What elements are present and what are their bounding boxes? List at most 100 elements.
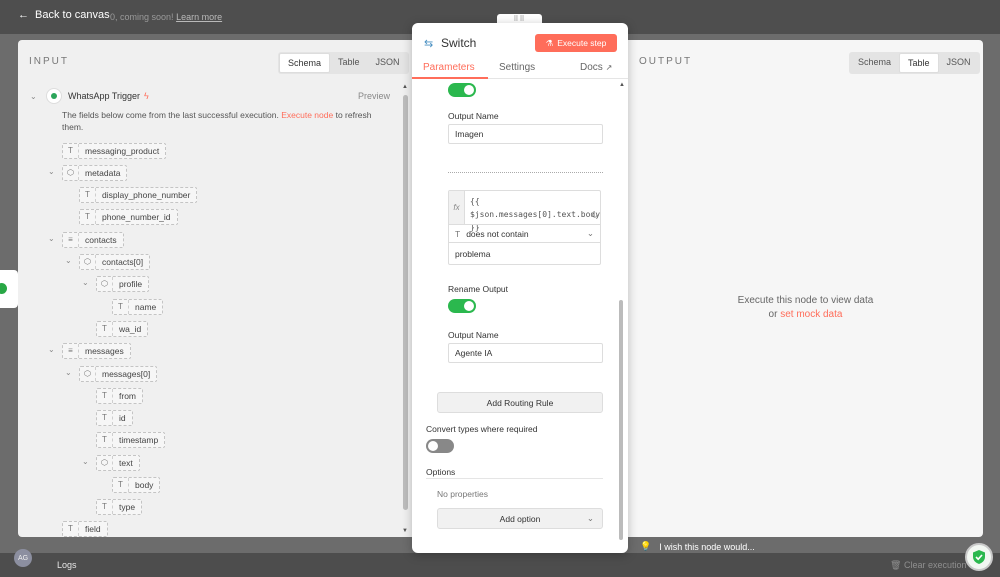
clear-execution-button[interactable]: 🗑 Clear execution	[890, 560, 967, 571]
text-type-icon: T	[97, 411, 113, 425]
external-link-icon: ↗	[605, 63, 613, 72]
feedback-link[interactable]: 💡 I wish this node would...	[640, 541, 755, 552]
options-label: Options	[426, 467, 456, 477]
input-tab-table[interactable]: Table	[330, 53, 368, 73]
switch-icon: ⇆	[424, 38, 434, 50]
schema-field[interactable]: ⌄ ⬡ messages[0]	[65, 366, 158, 382]
schema-field[interactable]: Tdisplay_phone_number	[79, 187, 198, 203]
refresh-icon[interactable]: ↻	[591, 211, 598, 220]
shield-check-icon[interactable]	[965, 543, 993, 571]
input-panel-title: INPUT	[29, 56, 69, 67]
node-title[interactable]: Switch	[441, 36, 476, 50]
divider	[448, 172, 603, 173]
add-option-button[interactable]: Add option ⌄	[437, 508, 603, 529]
parameters-scrollbar[interactable]	[619, 300, 623, 540]
chevron-down-icon: ⌄	[586, 513, 594, 523]
array-type-icon: ≡	[63, 233, 79, 247]
output-name-input-1[interactable]: Imagen	[448, 124, 603, 144]
convert-types-label: Convert types where required	[426, 424, 538, 434]
divider	[426, 478, 603, 479]
chevron-down-icon: ⌄	[586, 228, 594, 238]
schema-field[interactable]: Ttype	[96, 499, 143, 515]
output-empty-message: Execute this node to view data or set mo…	[737, 295, 874, 320]
schema-field[interactable]: ⌄ ⬡ text	[82, 455, 140, 471]
rename-output-toggle-2[interactable]	[448, 299, 476, 313]
schema-field[interactable]: Tphone_number_id	[79, 209, 178, 225]
chevron-down-icon[interactable]: ⌄	[82, 278, 89, 287]
output-panel-title: OUTPUT	[639, 56, 693, 67]
object-type-icon: ⬡	[97, 456, 113, 470]
schema-field[interactable]: Tid	[96, 410, 133, 426]
schema-field[interactable]: Tfield	[62, 521, 108, 537]
logs-button[interactable]: Logs	[57, 560, 77, 570]
canvas-notice: 0, coming soon! Learn more	[110, 12, 223, 22]
whatsapp-icon	[46, 88, 62, 104]
chevron-down-icon[interactable]: ⌄	[65, 368, 72, 377]
back-to-canvas-button[interactable]: ← Back to canvas	[18, 9, 110, 21]
scroll-up-icon[interactable]: ▲	[402, 84, 408, 90]
object-type-icon: ⬡	[80, 367, 96, 381]
convert-types-toggle[interactable]	[426, 439, 454, 453]
execute-step-button[interactable]: ⚗ Execute step	[535, 34, 617, 52]
object-type-icon: ⬡	[63, 166, 79, 180]
text-type-icon: T	[97, 389, 113, 403]
condition-value-input[interactable]: problema	[455, 249, 490, 259]
schema-field[interactable]: ⌄ ⬡ metadata	[48, 165, 128, 181]
back-to-canvas-label: Back to canvas	[35, 9, 110, 21]
input-tab-schema[interactable]: Schema	[279, 53, 331, 73]
text-type-icon: T	[455, 228, 461, 239]
array-type-icon: ≡	[63, 344, 79, 358]
set-mock-data-link[interactable]: set mock data	[780, 309, 842, 320]
parameters-content: Output Name Imagen fx {{ $json.messages[…	[412, 80, 628, 553]
execute-node-link[interactable]: Execute node	[281, 110, 333, 120]
output-panel: OUTPUT Schema Table JSON Execute this no…	[628, 40, 983, 537]
output-name-input-2[interactable]: Agente IA	[448, 343, 603, 363]
text-type-icon: T	[80, 188, 96, 202]
avatar[interactable]: AG	[14, 549, 32, 567]
schema-field[interactable]: Tfrom	[96, 388, 143, 404]
scroll-down-icon[interactable]: ▼	[402, 528, 408, 534]
input-panel: INPUT Schema Table JSON ⌄ WhatsApp Trigg…	[18, 40, 412, 537]
add-routing-rule-button[interactable]: Add Routing Rule	[437, 392, 603, 413]
input-scrollbar[interactable]	[403, 95, 408, 510]
rename-output-toggle-1[interactable]	[448, 83, 476, 97]
schema-field[interactable]: ⌄ ≡ messages	[48, 343, 131, 359]
schema-field[interactable]: Tname	[112, 299, 164, 315]
trigger-row[interactable]: ⌄ WhatsApp Trigger ϟ Preview	[30, 88, 390, 104]
chevron-down-icon[interactable]: ⌄	[65, 256, 72, 265]
preview-label: Preview	[357, 91, 390, 101]
schema-field[interactable]: Ttimestamp	[96, 432, 166, 448]
text-type-icon: T	[113, 300, 129, 314]
schema-field[interactable]: ⌄ ≡ contacts	[48, 232, 124, 248]
chevron-down-icon[interactable]: ⌄	[30, 92, 40, 101]
output-tab-json[interactable]: JSON	[939, 53, 979, 73]
no-properties-text: No properties	[437, 489, 489, 499]
text-type-icon: T	[63, 144, 79, 158]
chevron-down-icon[interactable]: ⌄	[48, 167, 55, 176]
chevron-down-icon[interactable]: ⌄	[48, 345, 55, 354]
schema-field[interactable]: Twa_id	[96, 321, 149, 337]
text-type-icon: T	[80, 210, 96, 224]
output-tab-schema[interactable]: Schema	[850, 53, 899, 73]
object-type-icon: ⬡	[80, 255, 96, 269]
chevron-down-icon[interactable]: ⌄	[48, 234, 55, 243]
tab-settings[interactable]: Settings	[499, 62, 535, 73]
node-header: ⇆ Switch ⚗ Execute step Parameters Setti…	[412, 23, 628, 79]
schema-field[interactable]: ⌄ ⬡ contacts[0]	[65, 254, 151, 270]
bolt-icon: ϟ	[144, 91, 149, 101]
tab-parameters[interactable]: Parameters	[423, 62, 475, 73]
input-tab-json[interactable]: JSON	[368, 53, 408, 73]
arrow-left-icon: ←	[18, 9, 29, 21]
output-tab-table[interactable]: Table	[899, 53, 939, 73]
scroll-up-icon[interactable]: ▲	[619, 82, 625, 88]
text-type-icon: T	[97, 500, 113, 514]
info-text: The fields below come from the last succ…	[62, 110, 372, 132]
schema-field[interactable]: Tmessaging_product	[62, 143, 167, 159]
learn-more-link[interactable]: Learn more	[176, 12, 222, 22]
tab-docs[interactable]: Docs ↗	[580, 62, 612, 73]
chevron-down-icon[interactable]: ⌄	[82, 457, 89, 466]
schema-field[interactable]: ⌄ ⬡ profile	[82, 276, 150, 292]
text-type-icon: T	[97, 433, 113, 447]
operator-select[interactable]: T does not contain ⌄	[449, 224, 600, 243]
schema-field[interactable]: Tbody	[112, 477, 161, 493]
